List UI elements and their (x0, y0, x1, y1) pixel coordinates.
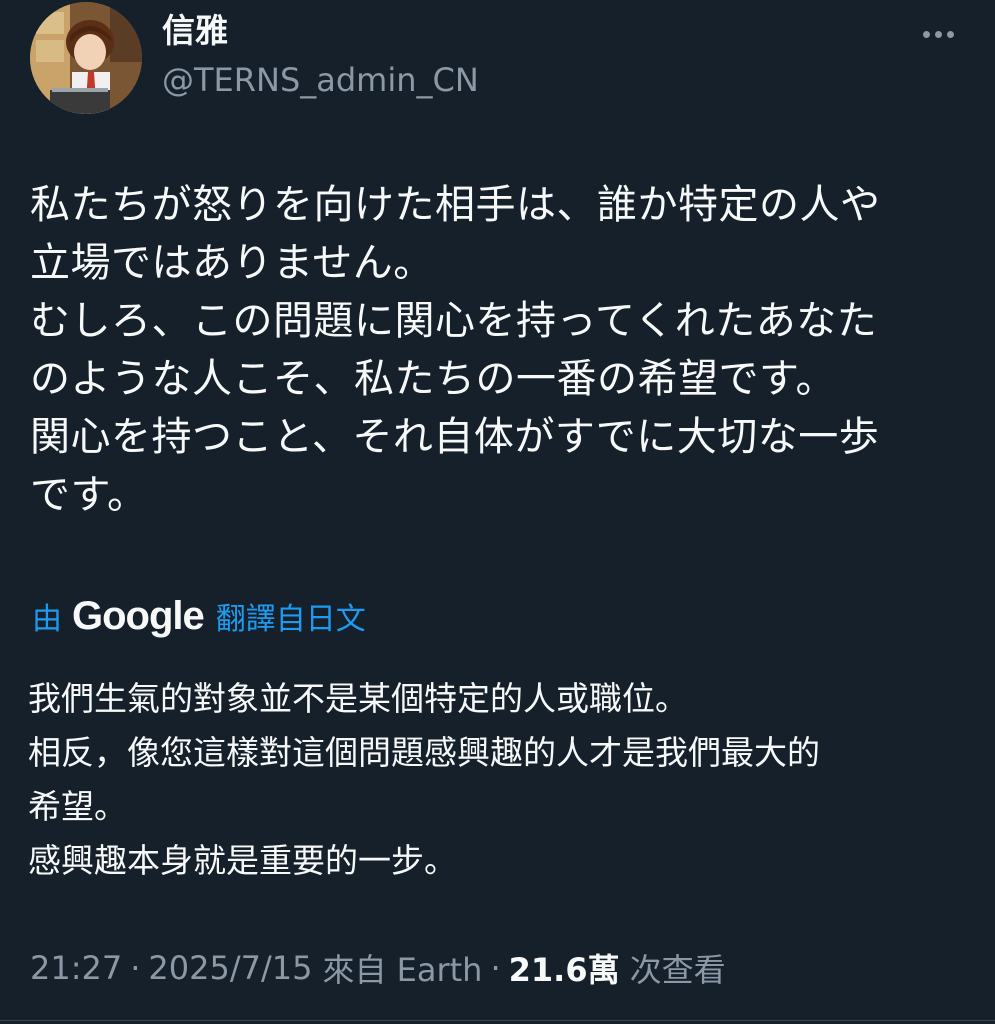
more-horizontal-icon-dot (946, 30, 954, 38)
avatar[interactable] (30, 2, 142, 114)
more-horizontal-icon (922, 30, 930, 38)
tweet-metadata: 21:27 · 2025/7/15 來自 Earth · 21.6萬 次查看 (30, 940, 726, 996)
translation-prefix: 由 (32, 602, 62, 637)
meta-separator: · (130, 949, 141, 987)
tweet-header: 信雅 @TERNS_admin_CN (30, 2, 970, 117)
translated-text: 我們生氣的對象並不是某個特定的人或職位。 相反，像您這樣對這個問題感興趣的人才是… (28, 679, 820, 880)
google-logo: Google (72, 593, 205, 638)
meta-separator-2: · (490, 949, 501, 987)
more-options-button[interactable] (916, 20, 960, 48)
views-label: 次查看 (629, 951, 726, 989)
more-horizontal-icon-dot (934, 30, 942, 38)
display-name[interactable]: 信雅 (162, 14, 228, 47)
user-handle[interactable]: @TERNS_admin_CN (162, 64, 479, 96)
translation-attribution[interactable]: 由 Google 翻譯自日文 (32, 592, 366, 640)
tweet-location: 來自 Earth (322, 951, 483, 989)
divider (0, 1020, 995, 1021)
tweet-time[interactable]: 21:27 (30, 949, 122, 987)
avatar-image (30, 2, 142, 114)
translation-source-language[interactable]: 翻譯自日文 (216, 594, 366, 638)
tweet-date[interactable]: 2025/7/15 (148, 949, 312, 987)
views-count[interactable]: 21.6萬 (509, 945, 620, 991)
tweet-text: 私たちが怒りを向けた相手は、誰か特定の人や 立場ではありません。 むしろ、この問… (30, 182, 881, 518)
